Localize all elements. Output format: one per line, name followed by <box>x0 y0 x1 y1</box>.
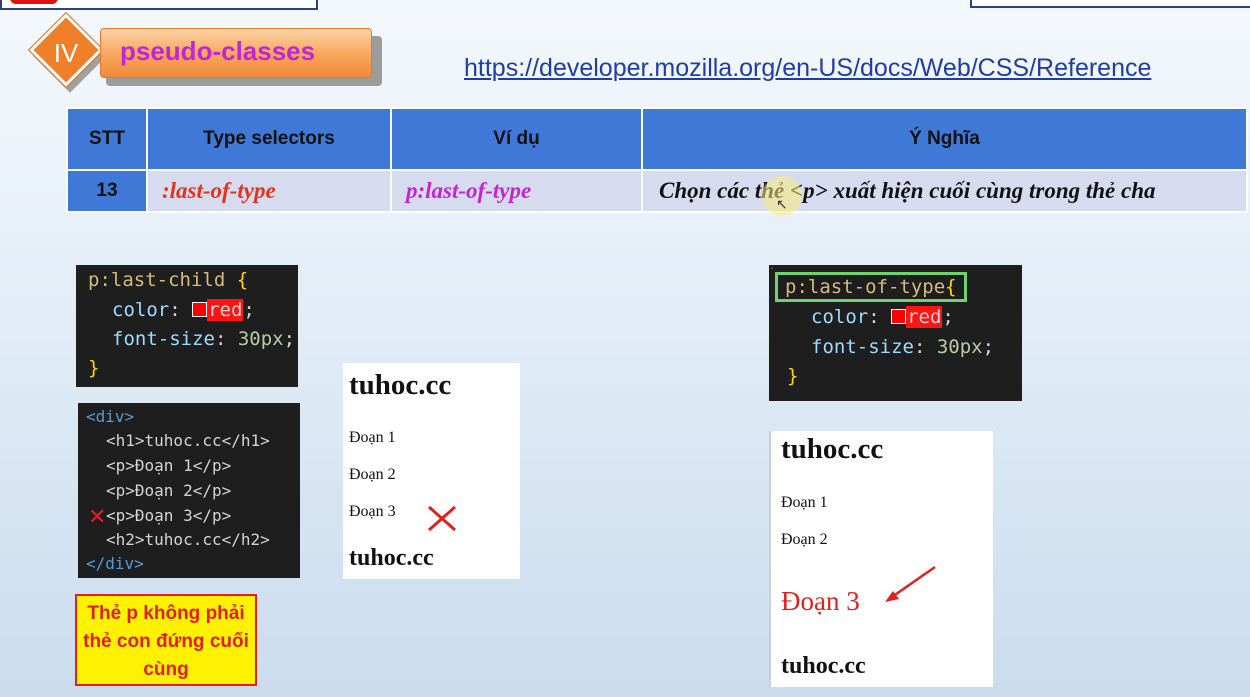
css-code-last-child: p:last-child { color: red; font-size: 30… <box>76 265 298 387</box>
arrow-icon <box>885 565 936 602</box>
render-p1: Đoạn 1 <box>781 494 828 511</box>
render-h2: tuhoc.cc <box>349 545 434 571</box>
css-code-last-of-type: . p:last-of-type{ color: red; font-size:… <box>769 261 1022 401</box>
cell-stt: 13 <box>66 169 148 213</box>
color-swatch-icon <box>192 302 208 317</box>
render-p2: Đoạn 2 <box>349 466 396 483</box>
section-number: IV <box>53 38 79 68</box>
cell-example: p:last-of-type <box>390 169 643 213</box>
cross-mark-icon <box>428 505 456 532</box>
css-selector: p:last-of-type <box>785 276 946 298</box>
mouse-cursor-icon: ↖ <box>776 196 788 212</box>
reference-link[interactable]: https://developer.mozilla.org/en-US/docs… <box>464 54 1151 83</box>
table-row: 13 :last-of-type p:last-of-type Chọn các… <box>66 169 1248 213</box>
section-title: pseudo-classes <box>120 36 316 66</box>
column-header-selector: Type selectors <box>146 107 392 171</box>
logo-fragment <box>10 0 58 4</box>
html-code-block: <div> <h1>tuhoc.cc</h1> <p>Đoạn 1</p> <p… <box>78 403 300 578</box>
render-h2: tuhoc.cc <box>781 653 866 679</box>
color-swatch-icon <box>891 309 907 324</box>
render-p3: Đoạn 3 <box>349 503 396 520</box>
section-badge: IV <box>29 13 107 93</box>
render-p2: Đoạn 2 <box>781 531 828 548</box>
top-left-frame <box>0 0 318 10</box>
render-h1: tuhoc.cc <box>781 433 884 465</box>
top-right-frame <box>970 0 1250 8</box>
cell-meaning: Chọn các thẻ <p> xuất hiện cuối cùng tro… <box>641 169 1248 213</box>
render-h1: tuhoc.cc <box>349 369 452 401</box>
css-selector: p:last-child <box>88 269 226 291</box>
cross-icon: ✕ <box>88 505 107 530</box>
render-preview-right: tuhoc.cc Đoạn 1 Đoạn 2 Đoạn 3 tuhoc.cc <box>769 431 993 687</box>
table-header-row: STT Type selectors Ví dụ Ý Nghĩa <box>66 107 1248 171</box>
selector-table: STT Type selectors Ví dụ Ý Nghĩa 13 :las… <box>66 107 1248 213</box>
column-header-example: Ví dụ <box>390 107 643 171</box>
column-header-stt: STT <box>66 107 148 171</box>
column-header-meaning: Ý Nghĩa <box>641 107 1248 171</box>
explanation-note: Thẻ p không phải thẻ con đứng cuối cùng <box>75 594 257 686</box>
render-p3-highlighted: Đoạn 3 <box>781 586 860 616</box>
render-preview-left: tuhoc.cc Đoạn 1 Đoạn 2 Đoạn 3 tuhoc.cc <box>343 363 520 579</box>
render-p1: Đoạn 1 <box>349 429 396 446</box>
cell-selector: :last-of-type <box>146 169 392 213</box>
